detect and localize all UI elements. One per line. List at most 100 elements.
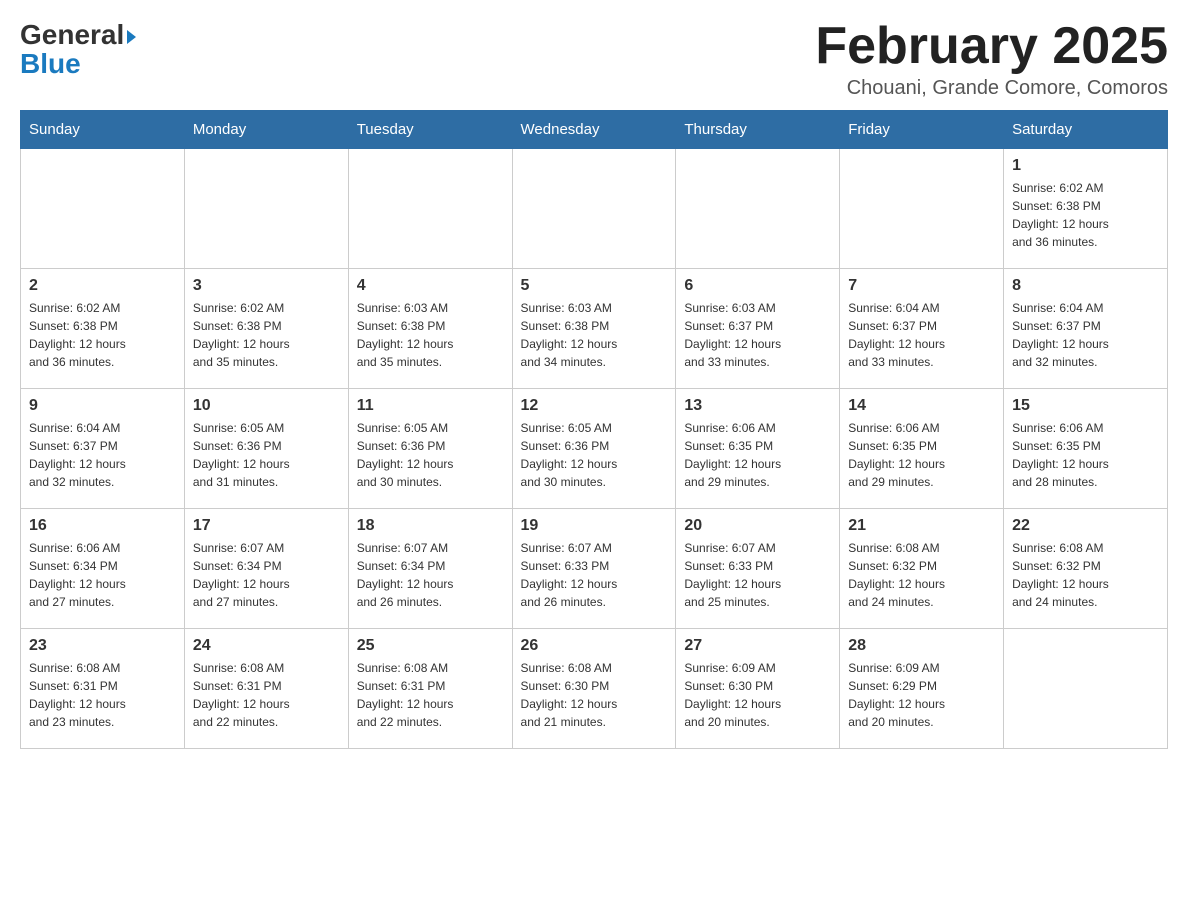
calendar-week-row: 9 Sunrise: 6:04 AM Sunset: 6:37 PM Daylig… [21, 389, 1168, 509]
calendar-day-header: Thursday [676, 111, 840, 149]
calendar-cell: 4Sunrise: 6:03 AM Sunset: 6:38 PM Daylig… [348, 269, 512, 389]
day-number: 5 [521, 277, 668, 295]
day-number: 25 [357, 637, 504, 655]
calendar-day-header: Saturday [1004, 111, 1168, 149]
calendar-cell: 22 Sunrise: 6:08 AM Sunset: 6:32 PM Dayli… [1004, 509, 1168, 629]
calendar-cell: 23 Sunrise: 6:08 AM Sunset: 6:31 PM Dayli… [21, 629, 185, 749]
day-info: Sunrise: 6:08 AM Sunset: 6:30 PM Dayligh… [521, 659, 668, 731]
calendar-cell: 8 Sunrise: 6:04 AM Sunset: 6:37 PM Daylig… [1004, 269, 1168, 389]
day-number: 17 [193, 517, 340, 535]
calendar-cell: 21Sunrise: 6:08 AM Sunset: 6:32 PM Dayli… [840, 509, 1004, 629]
day-number: 19 [521, 517, 668, 535]
day-number: 16 [29, 517, 176, 535]
calendar-cell: 3 Sunrise: 6:02 AM Sunset: 6:38 PM Daylig… [184, 269, 348, 389]
calendar-week-row: 1 Sunrise: 6:02 AM Sunset: 6:38 PM Daylig… [21, 149, 1168, 269]
day-info: Sunrise: 6:05 AM Sunset: 6:36 PM Dayligh… [521, 419, 668, 491]
day-info: Sunrise: 6:04 AM Sunset: 6:37 PM Dayligh… [1012, 299, 1159, 371]
calendar-cell [512, 149, 676, 269]
day-info: Sunrise: 6:02 AM Sunset: 6:38 PM Dayligh… [193, 299, 340, 371]
logo: General Blue [20, 20, 136, 80]
logo-arrow-icon [127, 30, 136, 44]
day-info: Sunrise: 6:03 AM Sunset: 6:37 PM Dayligh… [684, 299, 831, 371]
day-number: 18 [357, 517, 504, 535]
day-info: Sunrise: 6:03 AM Sunset: 6:38 PM Dayligh… [521, 299, 668, 371]
calendar-cell: 15Sunrise: 6:06 AM Sunset: 6:35 PM Dayli… [1004, 389, 1168, 509]
day-info: Sunrise: 6:02 AM Sunset: 6:38 PM Dayligh… [29, 299, 176, 371]
location-title: Chouani, Grande Comore, Comoros [815, 77, 1168, 100]
calendar-cell: 2Sunrise: 6:02 AM Sunset: 6:38 PM Daylig… [21, 269, 185, 389]
day-number: 9 [29, 397, 176, 415]
calendar-header-row: SundayMondayTuesdayWednesdayThursdayFrid… [21, 111, 1168, 149]
calendar-cell [1004, 629, 1168, 749]
day-number: 24 [193, 637, 340, 655]
day-number: 1 [1012, 157, 1159, 175]
calendar-cell: 18 Sunrise: 6:07 AM Sunset: 6:34 PM Dayli… [348, 509, 512, 629]
page-header: General Blue February 2025 Chouani, Gran… [20, 20, 1168, 100]
day-number: 21 [848, 517, 995, 535]
day-number: 13 [684, 397, 831, 415]
calendar-cell: 17 Sunrise: 6:07 AM Sunset: 6:34 PM Dayli… [184, 509, 348, 629]
day-number: 7 [848, 277, 995, 295]
day-info: Sunrise: 6:06 AM Sunset: 6:35 PM Dayligh… [848, 419, 995, 491]
day-info: Sunrise: 6:08 AM Sunset: 6:32 PM Dayligh… [1012, 539, 1159, 611]
calendar-cell: 1 Sunrise: 6:02 AM Sunset: 6:38 PM Daylig… [1004, 149, 1168, 269]
day-info: Sunrise: 6:08 AM Sunset: 6:31 PM Dayligh… [29, 659, 176, 731]
calendar-cell [21, 149, 185, 269]
day-info: Sunrise: 6:08 AM Sunset: 6:31 PM Dayligh… [357, 659, 504, 731]
calendar-cell: 20 Sunrise: 6:07 AM Sunset: 6:33 PM Dayli… [676, 509, 840, 629]
calendar-day-header: Wednesday [512, 111, 676, 149]
day-info: Sunrise: 6:07 AM Sunset: 6:34 PM Dayligh… [193, 539, 340, 611]
calendar-cell: 25 Sunrise: 6:08 AM Sunset: 6:31 PM Dayli… [348, 629, 512, 749]
calendar-day-header: Monday [184, 111, 348, 149]
day-number: 8 [1012, 277, 1159, 295]
day-info: Sunrise: 6:06 AM Sunset: 6:34 PM Dayligh… [29, 539, 176, 611]
day-info: Sunrise: 6:09 AM Sunset: 6:29 PM Dayligh… [848, 659, 995, 731]
calendar-cell: 26 Sunrise: 6:08 AM Sunset: 6:30 PM Dayli… [512, 629, 676, 749]
day-info: Sunrise: 6:09 AM Sunset: 6:30 PM Dayligh… [684, 659, 831, 731]
calendar-cell [840, 149, 1004, 269]
day-number: 15 [1012, 397, 1159, 415]
calendar-cell: 16 Sunrise: 6:06 AM Sunset: 6:34 PM Dayli… [21, 509, 185, 629]
calendar-cell: 12 Sunrise: 6:05 AM Sunset: 6:36 PM Dayli… [512, 389, 676, 509]
calendar-week-row: 16 Sunrise: 6:06 AM Sunset: 6:34 PM Dayli… [21, 509, 1168, 629]
calendar-cell: 7 Sunrise: 6:04 AM Sunset: 6:37 PM Daylig… [840, 269, 1004, 389]
month-title: February 2025 [815, 20, 1168, 72]
day-number: 3 [193, 277, 340, 295]
calendar-week-row: 2Sunrise: 6:02 AM Sunset: 6:38 PM Daylig… [21, 269, 1168, 389]
day-number: 12 [521, 397, 668, 415]
day-number: 28 [848, 637, 995, 655]
calendar-cell: 13 Sunrise: 6:06 AM Sunset: 6:35 PM Dayli… [676, 389, 840, 509]
day-info: Sunrise: 6:03 AM Sunset: 6:38 PM Dayligh… [357, 299, 504, 371]
calendar-cell: 27Sunrise: 6:09 AM Sunset: 6:30 PM Dayli… [676, 629, 840, 749]
calendar-cell: 14 Sunrise: 6:06 AM Sunset: 6:35 PM Dayli… [840, 389, 1004, 509]
calendar-cell [676, 149, 840, 269]
calendar-cell: 24 Sunrise: 6:08 AM Sunset: 6:31 PM Dayli… [184, 629, 348, 749]
calendar-cell: 6 Sunrise: 6:03 AM Sunset: 6:37 PM Daylig… [676, 269, 840, 389]
day-info: Sunrise: 6:08 AM Sunset: 6:31 PM Dayligh… [193, 659, 340, 731]
day-number: 22 [1012, 517, 1159, 535]
day-number: 26 [521, 637, 668, 655]
day-info: Sunrise: 6:07 AM Sunset: 6:34 PM Dayligh… [357, 539, 504, 611]
day-number: 11 [357, 397, 504, 415]
calendar-cell [348, 149, 512, 269]
logo-general-text: General [20, 20, 124, 51]
day-number: 23 [29, 637, 176, 655]
day-number: 20 [684, 517, 831, 535]
day-info: Sunrise: 6:07 AM Sunset: 6:33 PM Dayligh… [521, 539, 668, 611]
day-info: Sunrise: 6:06 AM Sunset: 6:35 PM Dayligh… [684, 419, 831, 491]
logo-blue-text: Blue [20, 49, 81, 80]
day-info: Sunrise: 6:07 AM Sunset: 6:33 PM Dayligh… [684, 539, 831, 611]
calendar-day-header: Sunday [21, 111, 185, 149]
day-info: Sunrise: 6:04 AM Sunset: 6:37 PM Dayligh… [29, 419, 176, 491]
calendar-cell: 9 Sunrise: 6:04 AM Sunset: 6:37 PM Daylig… [21, 389, 185, 509]
day-info: Sunrise: 6:05 AM Sunset: 6:36 PM Dayligh… [357, 419, 504, 491]
calendar-cell: 5 Sunrise: 6:03 AM Sunset: 6:38 PM Daylig… [512, 269, 676, 389]
calendar-cell [184, 149, 348, 269]
day-number: 6 [684, 277, 831, 295]
calendar-cell: 19 Sunrise: 6:07 AM Sunset: 6:33 PM Dayli… [512, 509, 676, 629]
day-number: 10 [193, 397, 340, 415]
title-section: February 2025 Chouani, Grande Comore, Co… [815, 20, 1168, 100]
day-number: 14 [848, 397, 995, 415]
day-info: Sunrise: 6:02 AM Sunset: 6:38 PM Dayligh… [1012, 179, 1159, 251]
day-info: Sunrise: 6:04 AM Sunset: 6:37 PM Dayligh… [848, 299, 995, 371]
